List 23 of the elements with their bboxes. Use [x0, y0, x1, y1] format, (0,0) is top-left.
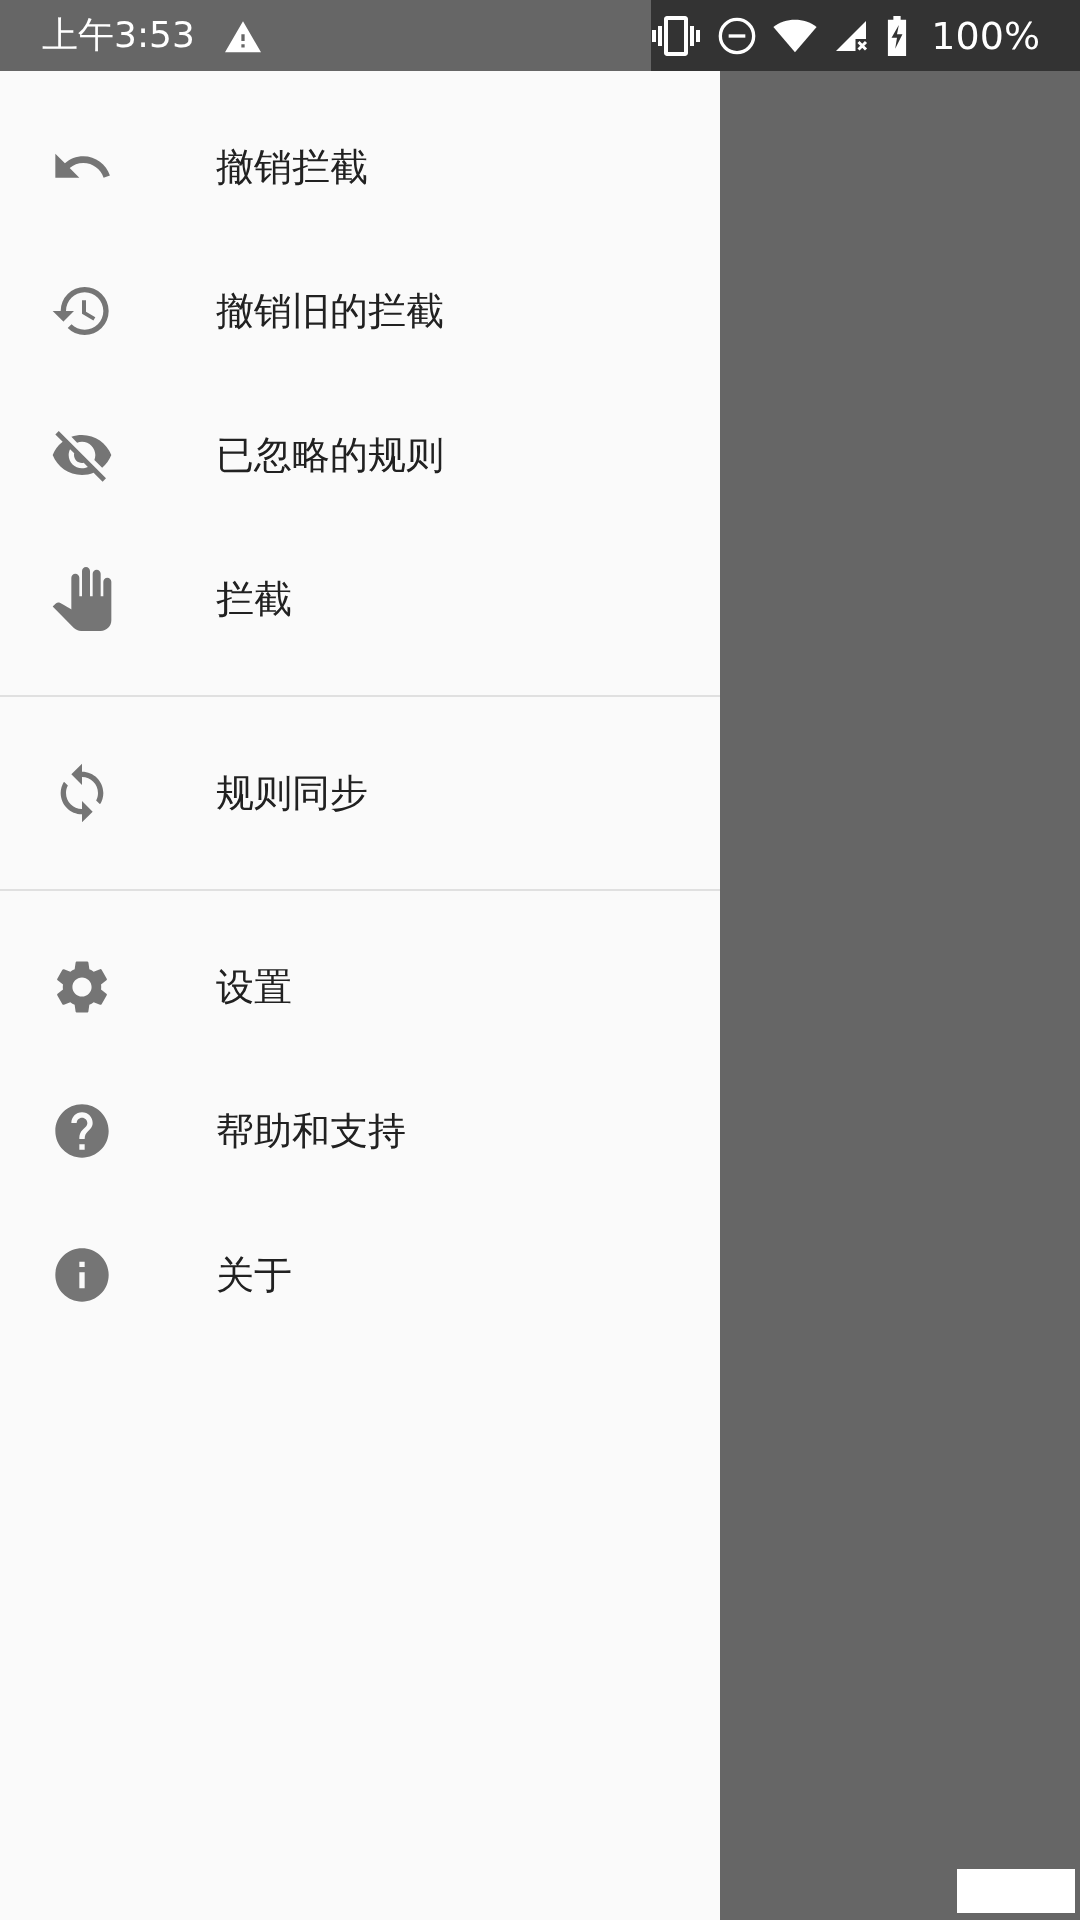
do-not-disturb-icon [717, 15, 758, 56]
scrim-overlay[interactable] [720, 71, 1080, 1920]
menu-item-label: 拦截 [216, 575, 292, 623]
menu-item[interactable]: 设置 [0, 915, 720, 1059]
menu-item[interactable]: 帮助和支持 [0, 1059, 720, 1203]
battery-percentage: 100% [931, 13, 1040, 58]
menu-item[interactable]: 撤销旧的拦截 [0, 239, 720, 383]
status-time: 上午3:53 [42, 13, 195, 57]
menu-item[interactable]: 拦截 [0, 527, 720, 671]
menu-item-label: 撤销旧的拦截 [216, 287, 444, 335]
vibrate-icon [651, 15, 702, 56]
menu-item-label: 规则同步 [216, 769, 368, 817]
menu-item[interactable]: 关于 [0, 1203, 720, 1347]
menu-item-label: 已忽略的规则 [216, 431, 444, 479]
menu-item-label: 关于 [216, 1251, 292, 1299]
menu-item[interactable]: 规则同步 [0, 721, 720, 865]
wifi-icon [773, 17, 818, 54]
hand-icon [50, 567, 114, 631]
menu-item-label: 帮助和支持 [216, 1107, 406, 1155]
menu-item-label: 设置 [216, 963, 292, 1011]
menu-item[interactable]: 已忽略的规则 [0, 383, 720, 527]
menu-item-label: 撤销拦截 [216, 143, 368, 191]
menu-item[interactable]: 撤销拦截 [0, 95, 720, 239]
